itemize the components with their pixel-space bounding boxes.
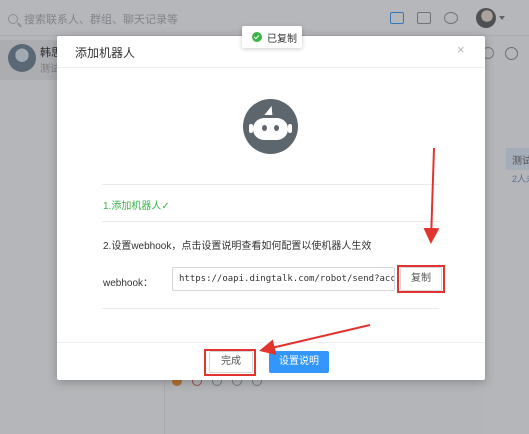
dialog-title: 添加机器人 bbox=[75, 46, 136, 60]
webhook-label: webhook： bbox=[103, 278, 154, 289]
copied-toast: 已复制 bbox=[242, 26, 302, 48]
divider bbox=[57, 342, 485, 343]
step-1-text: 1.添加机器人✓ bbox=[103, 201, 170, 212]
setup-guide-button[interactable]: 设置说明 bbox=[269, 351, 329, 373]
divider bbox=[102, 221, 439, 222]
divider bbox=[57, 67, 485, 68]
success-check-icon bbox=[252, 32, 262, 42]
robot-icon bbox=[243, 99, 298, 154]
close-icon[interactable]: × bbox=[457, 42, 465, 57]
highlight-box bbox=[397, 265, 445, 293]
webhook-value: https://oapi.dingtalk.com/robot/send?acc… bbox=[179, 274, 395, 284]
toast-text: 已复制 bbox=[267, 33, 297, 45]
webhook-field[interactable]: https://oapi.dingtalk.com/robot/send?acc… bbox=[172, 267, 395, 291]
highlight-box bbox=[204, 349, 256, 376]
divider bbox=[102, 184, 439, 185]
divider bbox=[102, 308, 439, 309]
add-robot-dialog: 添加机器人 × 1.添加机器人✓ 2.设置webhook，点击设置说明查看如何配… bbox=[57, 36, 485, 380]
step-2-text: 2.设置webhook，点击设置说明查看如何配置以使机器人生效 bbox=[103, 241, 372, 252]
